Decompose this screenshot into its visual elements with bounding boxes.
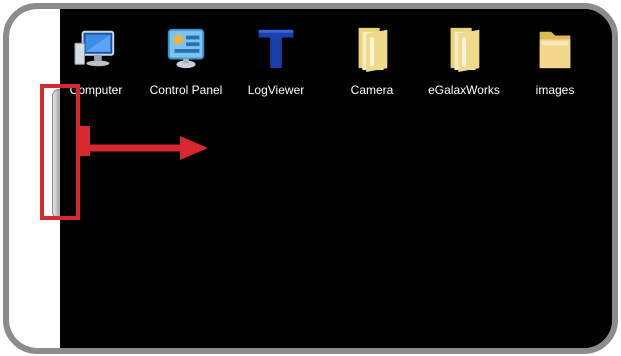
arrow-right-icon bbox=[78, 126, 208, 160]
